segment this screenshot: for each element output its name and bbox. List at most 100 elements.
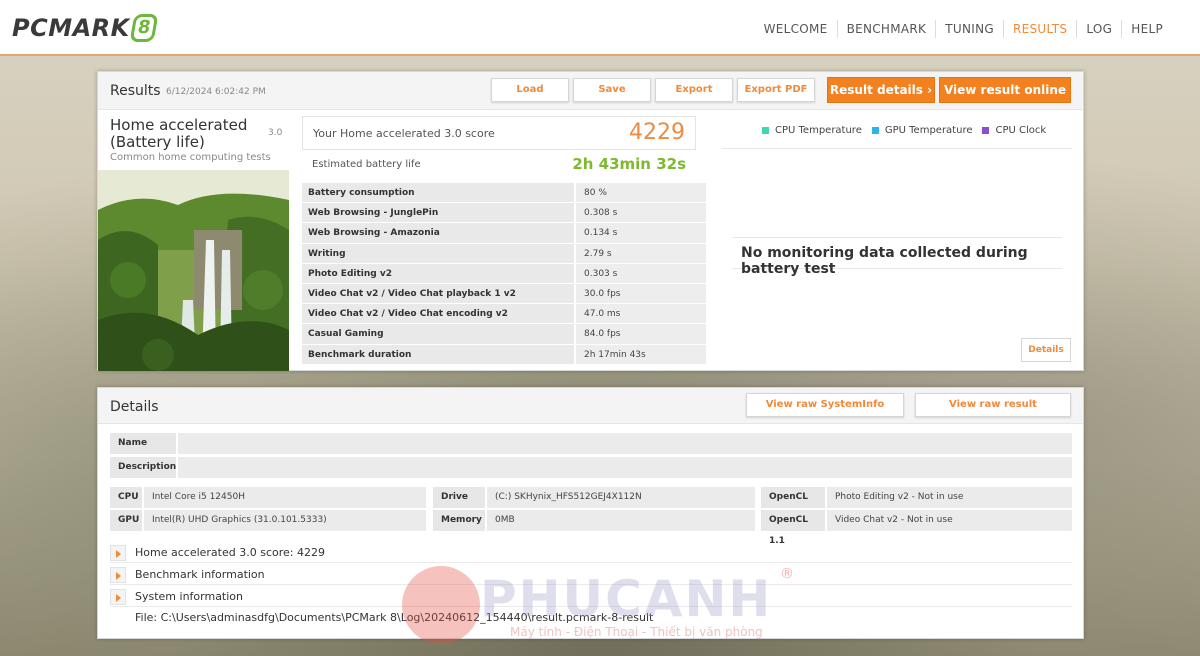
metric-name: Battery consumption	[302, 183, 576, 204]
watermark-registered: ®	[780, 566, 794, 582]
nav-welcome[interactable]: WELCOME	[755, 20, 837, 38]
metric-value: 2.79 s	[576, 243, 706, 264]
watermark-tagline: Máy tính - Điện Thoại - Thiết bị văn phò…	[510, 625, 763, 639]
memory-label: Memory	[433, 510, 485, 531]
metric-row: Battery consumption 80 %	[302, 183, 706, 204]
result-details-label: Result details	[829, 83, 923, 97]
metric-row: Photo Editing v2 0.303 s	[302, 263, 706, 284]
details-header: Details View raw SystemInfo View raw res…	[98, 388, 1083, 424]
expander-label: System information	[135, 590, 244, 603]
gpu-label: GPU	[110, 510, 142, 531]
test-subtitle: Common home computing tests	[110, 152, 271, 163]
top-bar: PCMARK 8 WELCOME BENCHMARK TUNING RESULT…	[0, 0, 1200, 56]
waterfall-illustration	[98, 170, 289, 371]
gpu-value: Intel(R) UHD Graphics (31.0.101.5333)	[144, 510, 426, 531]
name-value	[178, 433, 1072, 454]
metric-value: 84.0 fps	[576, 324, 706, 345]
metric-value: 0.134 s	[576, 223, 706, 244]
main-nav: WELCOME BENCHMARK TUNING RESULTS LOG HEL…	[755, 20, 1172, 38]
load-button[interactable]: Load	[491, 78, 569, 102]
test-title: Home accelerated (Battery life)	[110, 116, 248, 151]
metric-name: Benchmark duration	[302, 344, 576, 365]
legend-item-cpu-clock: CPU Clock	[982, 125, 1046, 136]
metric-row: Video Chat v2 / Video Chat encoding v2 4…	[302, 304, 706, 325]
expand-arrow-icon[interactable]	[110, 589, 126, 605]
results-date: 6/12/2024 6:02:42 PM	[166, 87, 266, 97]
name-label: Name	[110, 433, 176, 454]
opencl-value: Photo Editing v2 - Not in use	[827, 487, 1072, 508]
nav-tuning[interactable]: TUNING	[935, 20, 1003, 38]
score-label: Your Home accelerated 3.0 score	[313, 127, 495, 140]
metric-name: Video Chat v2 / Video Chat encoding v2	[302, 304, 576, 325]
benchmark-image	[98, 170, 289, 371]
metric-name: Web Browsing - JunglePin	[302, 203, 576, 224]
memory-value: 0MB	[487, 510, 755, 531]
view-raw-systeminfo-button[interactable]: View raw SystemInfo	[746, 393, 904, 417]
chevron-right-icon: ›	[1002, 107, 1008, 121]
metric-name: Casual Gaming	[302, 324, 576, 345]
opencl-label: OpenCL 1.1	[761, 487, 825, 523]
metric-value: 80 %	[576, 183, 706, 204]
export-button[interactable]: Export	[655, 78, 733, 102]
results-header: Results 6/12/2024 6:02:42 PM Load Save E…	[98, 72, 1083, 121]
drive-label: Drive	[433, 487, 485, 508]
metric-value: 0.303 s	[576, 263, 706, 284]
battery-label: Estimated battery life	[312, 159, 421, 170]
pcmark-logo: PCMARK 8	[12, 13, 159, 43]
export-pdf-button[interactable]: Export PDF	[737, 78, 815, 102]
view-raw-result-button[interactable]: View raw result	[915, 393, 1071, 417]
view-online-label: View result online	[943, 83, 1067, 97]
metric-row: Web Browsing - Amazonia 0.134 s	[302, 223, 706, 244]
legend-label: GPU Temperature	[884, 125, 973, 136]
score-value: 4229	[629, 120, 685, 145]
battery-value: 2h 43min 32s	[572, 155, 686, 173]
nav-benchmark[interactable]: BENCHMARK	[836, 20, 936, 38]
view-online-button[interactable]: View result online ›	[939, 77, 1071, 121]
metrics-table: Battery consumption 80 % Web Browsing - …	[302, 183, 706, 365]
metric-value: 0.308 s	[576, 203, 706, 224]
opencl-value: Video Chat v2 - Not in use	[827, 510, 1072, 531]
legend-swatch	[871, 127, 879, 134]
save-button[interactable]: Save	[573, 78, 651, 102]
battery-box: Estimated battery life 2h 43min 32s	[302, 152, 696, 178]
watermark-logo-icon	[402, 566, 480, 644]
opencl-label: OpenCL 1.1	[761, 510, 825, 546]
description-value	[178, 457, 1072, 478]
nav-log[interactable]: LOG	[1076, 20, 1121, 38]
metric-value: 30.0 fps	[576, 283, 706, 305]
details-title: Details	[110, 399, 159, 415]
metric-value: 47.0 ms	[576, 304, 706, 325]
cpu-label: CPU	[110, 487, 142, 508]
nav-help[interactable]: HELP	[1121, 20, 1172, 38]
nav-results[interactable]: RESULTS	[1002, 20, 1076, 38]
expander-score[interactable]: Home accelerated 3.0 score: 4229	[110, 543, 1072, 563]
drive-value: (C:) SKHynix_HFS512GEJ4X112N	[487, 487, 755, 508]
results-title: Results	[110, 83, 161, 99]
divider	[722, 148, 1072, 149]
metric-name: Video Chat v2 / Video Chat playback 1 v2	[302, 283, 576, 305]
divider	[732, 237, 1062, 238]
metric-name: Web Browsing - Amazonia	[302, 223, 576, 244]
metric-row: Casual Gaming 84.0 fps	[302, 324, 706, 345]
legend-item-gpu-temperature: GPU Temperature	[871, 125, 973, 136]
description-label: Description	[110, 457, 176, 478]
metric-name: Writing	[302, 243, 576, 264]
legend-item-cpu-temperature: CPU Temperature	[762, 125, 862, 136]
legend-label: CPU Clock	[995, 125, 1047, 136]
cpu-value: Intel Core i5 12450H	[144, 487, 426, 508]
expand-arrow-icon[interactable]	[110, 567, 126, 583]
monitoring-details-button[interactable]: Details	[1021, 338, 1071, 362]
no-monitoring-data-message: No monitoring data collected during batt…	[741, 245, 1028, 277]
test-version: 3.0	[268, 128, 283, 138]
metric-row: Benchmark duration 2h 17min 43s	[302, 344, 706, 365]
monitoring-legend: CPU Temperature GPU Temperature CPU Cloc…	[762, 125, 1056, 136]
metric-row: Video Chat v2 / Video Chat playback 1 v2…	[302, 283, 706, 305]
legend-label: CPU Temperature	[775, 125, 862, 136]
results-panel: Results 6/12/2024 6:02:42 PM Load Save E…	[97, 71, 1084, 371]
metric-name: Photo Editing v2	[302, 263, 576, 284]
metric-value: 2h 17min 43s	[576, 344, 706, 365]
logo-badge: 8	[129, 14, 159, 42]
result-details-button[interactable]: Result details ›	[827, 77, 935, 103]
expand-arrow-icon[interactable]	[110, 545, 126, 561]
expander-label: Home accelerated 3.0 score: 4229	[135, 546, 325, 559]
